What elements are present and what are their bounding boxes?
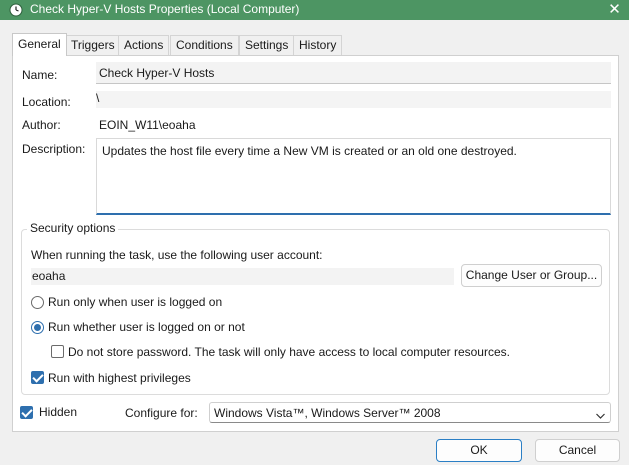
clock-icon — [9, 3, 23, 17]
radio-logged-on[interactable] — [31, 296, 44, 309]
chevron-down-icon — [596, 409, 605, 419]
tab-settings[interactable]: Settings — [239, 35, 295, 55]
author-label: Author: — [22, 118, 61, 132]
location-value: \ — [96, 91, 100, 105]
user-account-field: eoaha — [31, 268, 454, 285]
security-options-title: Security options — [27, 221, 119, 235]
location-field: \ — [96, 91, 611, 108]
tab-conditions[interactable]: Conditions — [170, 35, 239, 55]
radio-whether-logged-on[interactable] — [31, 321, 44, 334]
radio-logged-on-label[interactable]: Run only when user is logged on — [48, 295, 222, 309]
user-account-value: eoaha — [32, 269, 66, 283]
no-store-password-checkbox[interactable] — [51, 345, 64, 358]
description-label: Description: — [22, 142, 86, 156]
tab-history[interactable]: History — [293, 35, 343, 55]
author-value: EOIN_W11\eoaha — [99, 118, 196, 132]
tab-general[interactable]: General — [12, 33, 67, 56]
tab-triggers[interactable]: Triggers — [65, 35, 121, 55]
name-label: Name: — [22, 68, 58, 82]
ok-button[interactable]: OK — [436, 439, 522, 462]
name-field[interactable]: Check Hyper-V Hosts — [96, 62, 611, 84]
highest-privileges-label[interactable]: Run with highest privileges — [48, 371, 191, 385]
configure-for-label: Configure for: — [125, 406, 198, 420]
title-bar: Check Hyper-V Hosts Properties (Local Co… — [0, 0, 629, 20]
highest-privileges-checkbox[interactable] — [31, 371, 44, 384]
location-label: Location: — [22, 95, 71, 109]
name-value: Check Hyper-V Hosts — [99, 66, 215, 80]
general-tab-panel: Name: Check Hyper-V Hosts Location: \ Au… — [12, 55, 619, 432]
no-store-password-label[interactable]: Do not store password. The task will onl… — [68, 345, 510, 359]
close-icon[interactable]: ✕ — [600, 0, 629, 20]
hidden-label[interactable]: Hidden — [39, 405, 77, 419]
cancel-button[interactable]: Cancel — [535, 439, 620, 462]
description-textarea[interactable]: Updates the host file every time a New V… — [96, 138, 611, 215]
account-prompt: When running the task, use the following… — [31, 248, 323, 262]
radio-whether-logged-on-label[interactable]: Run whether user is logged on or not — [48, 320, 245, 334]
hidden-checkbox[interactable] — [20, 406, 33, 419]
window-title: Check Hyper-V Hosts Properties (Local Co… — [30, 2, 300, 16]
change-user-button[interactable]: Change User or Group... — [461, 264, 602, 287]
configure-for-select[interactable]: Windows Vista™, Windows Server™ 2008 — [209, 402, 611, 423]
security-options-group: Security options When running the task, … — [21, 221, 610, 395]
configure-for-value: Windows Vista™, Windows Server™ 2008 — [214, 406, 441, 420]
tab-actions[interactable]: Actions — [118, 35, 170, 55]
description-value: Updates the host file every time a New V… — [102, 144, 517, 158]
